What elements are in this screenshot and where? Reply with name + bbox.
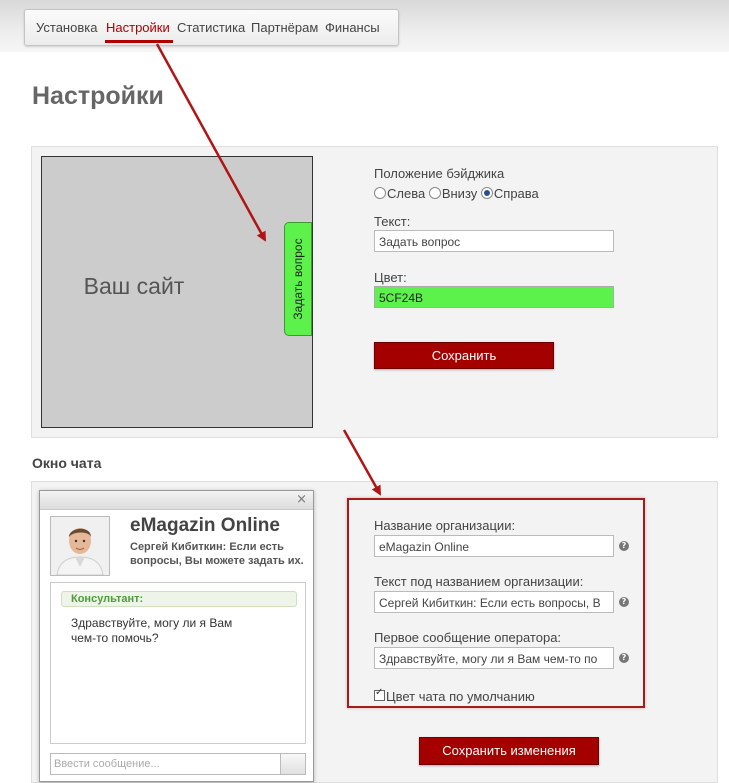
arrow-to-badge bbox=[155, 43, 267, 242]
annotation-arrows bbox=[155, 43, 382, 496]
arrow-to-form bbox=[342, 429, 382, 496]
